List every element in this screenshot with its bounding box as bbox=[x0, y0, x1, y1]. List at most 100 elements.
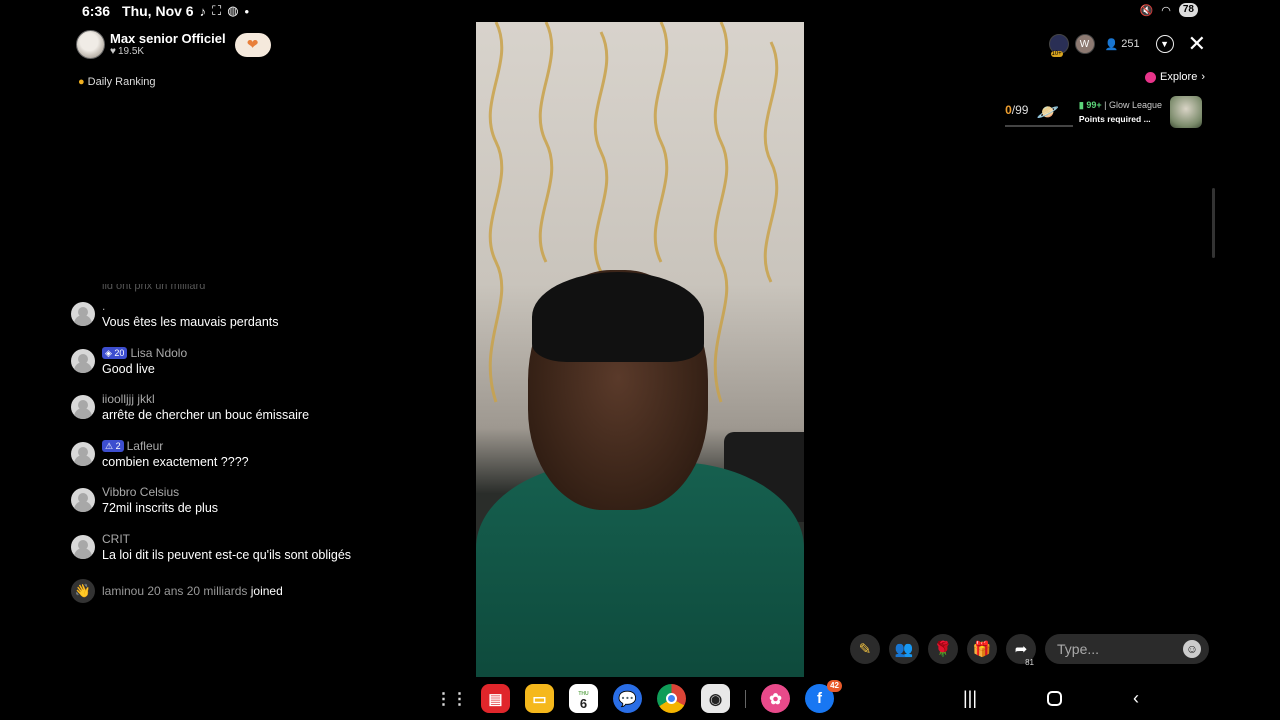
league-info: ▮ 99+ | Glow League Points required ... bbox=[1078, 100, 1162, 124]
chat-message[interactable]: CRIT La loi dit ils peuvent est-ce qu'il… bbox=[71, 531, 461, 578]
host-likes: ♥ 19.5K bbox=[110, 46, 226, 58]
league-progress: 0/99 bbox=[1005, 103, 1075, 127]
chat-username[interactable]: Vibbro Celsius bbox=[102, 484, 218, 500]
league-total: /99 bbox=[1011, 103, 1029, 117]
daily-ranking[interactable]: ● Daily Ranking bbox=[78, 76, 156, 88]
host-avatar[interactable] bbox=[76, 30, 105, 59]
close-icon: ✕ bbox=[1187, 31, 1206, 56]
calendar-app-icon[interactable]: THU 6 bbox=[569, 684, 598, 713]
explore-button[interactable]: Explore › bbox=[1145, 71, 1205, 83]
close-button[interactable]: ✕ bbox=[1187, 31, 1206, 56]
more-notifications-dot-icon: • bbox=[244, 3, 250, 19]
chat-message[interactable]: Vibbro Celsius 72mil inscrits de plus bbox=[71, 484, 461, 531]
home-button[interactable] bbox=[1042, 686, 1066, 710]
chat-username[interactable]: iioolljjj jkkl bbox=[102, 391, 309, 407]
home-icon bbox=[1046, 690, 1062, 706]
user-avatar[interactable] bbox=[71, 534, 95, 559]
chat-message[interactable]: iioolljjj jkkl arrête de chercher un bou… bbox=[71, 391, 461, 438]
host-likes-count: 19.5K bbox=[117, 46, 145, 57]
share-count: 81 bbox=[1025, 658, 1034, 667]
fan-level-badge: ◈ 20 bbox=[102, 346, 128, 359]
host-card[interactable]: Max senior Officiel ♥ 19.5K ❤ bbox=[76, 30, 271, 59]
share-button[interactable]: ➦ 81 bbox=[1006, 634, 1036, 667]
recent-apps-icon: ||| bbox=[962, 687, 978, 708]
user-avatar[interactable] bbox=[71, 488, 95, 513]
chat-username[interactable]: CRIT bbox=[102, 531, 351, 547]
chrome-app-icon[interactable] bbox=[657, 684, 686, 713]
dock-separator bbox=[745, 689, 746, 708]
gallery-app-icon[interactable]: ✿ bbox=[761, 684, 790, 713]
ranking-label: Daily Ranking bbox=[87, 76, 156, 88]
messenger-icon: ◍ bbox=[227, 3, 239, 18]
chrome-center-icon bbox=[666, 693, 677, 704]
multi-guest-button[interactable]: 👥 bbox=[889, 634, 919, 664]
calendar-day: 6 bbox=[579, 695, 588, 711]
facebook-app-icon[interactable]: f 42 bbox=[805, 680, 842, 713]
live-video[interactable] bbox=[476, 22, 804, 677]
back-button[interactable]: ‹ bbox=[1124, 686, 1148, 710]
chat-username-row[interactable]: ⚠ 2 Lafleur bbox=[102, 438, 249, 454]
chat-message[interactable]: ⚠ 2 Lafleur combien exactement ???? bbox=[71, 438, 461, 485]
viewer-level-badge: 10+ bbox=[1050, 51, 1063, 57]
user-avatar[interactable] bbox=[71, 302, 95, 326]
chat-username[interactable]: Lisa Ndolo bbox=[130, 345, 187, 361]
explore-dot-icon bbox=[1145, 71, 1157, 83]
join-notification: 👋 laminou 20 ans 20 milliards joined bbox=[71, 578, 461, 604]
league-image[interactable] bbox=[1170, 96, 1202, 128]
user-avatar[interactable] bbox=[71, 395, 95, 420]
my-files-app-icon[interactable]: ▭ bbox=[525, 684, 554, 713]
recent-apps-button[interactable]: ||| bbox=[958, 686, 982, 710]
share-arrow-icon: ➦ bbox=[1014, 641, 1028, 658]
collapse-button[interactable]: ▼ bbox=[1155, 35, 1174, 53]
host-name: Max senior Officiel bbox=[110, 31, 226, 46]
screen-capture-icon: ⛶ bbox=[212, 3, 222, 18]
follow-button[interactable]: ❤ bbox=[234, 32, 271, 57]
emoji-icon[interactable]: ☺ bbox=[1183, 640, 1201, 658]
league-rank: ▮ 99+ bbox=[1078, 100, 1102, 110]
rose-icon: 🌹 bbox=[933, 641, 953, 658]
status-bar-left: 6:36 Thu, Nov 6 ♪ ⛶ ◍ • bbox=[82, 2, 249, 20]
planet-icon: 🪐 bbox=[1036, 101, 1059, 122]
league-widget[interactable]: 0/99 🪐 ▮ 99+ | Glow League Points requir… bbox=[1005, 96, 1202, 128]
chat-username[interactable]: . bbox=[102, 298, 279, 314]
facebook-notification-badge: 42 bbox=[827, 680, 842, 692]
heart-icon: ♥ bbox=[110, 46, 116, 57]
ranking-icon: ● bbox=[78, 76, 85, 88]
rose-gift-button[interactable]: 🌹 bbox=[928, 634, 958, 664]
wifi-icon: ◠ bbox=[1161, 4, 1171, 17]
users-icon: 👥 bbox=[894, 641, 914, 658]
chevron-right-icon: › bbox=[1201, 71, 1205, 83]
chat-text: La loi dit ils peuvent est-ce qu'ils son… bbox=[102, 547, 352, 562]
pencil-icon: ✎ bbox=[858, 641, 872, 658]
quick-comment-button[interactable]: ✎ bbox=[850, 634, 880, 664]
app-drawer-icon[interactable]: ⋮⋮ bbox=[436, 684, 468, 713]
status-bar-right: 🔇 ◠ 78 bbox=[1140, 2, 1198, 18]
battery-indicator: 78 bbox=[1178, 3, 1198, 17]
chat-username[interactable]: Lafleur bbox=[127, 438, 164, 454]
top-viewer-avatar[interactable]: 10+ bbox=[1048, 34, 1069, 57]
chat-cut-off-message: ild ont prix un milliard bbox=[102, 284, 206, 292]
fan-level-badge: ⚠ 2 bbox=[102, 439, 124, 452]
user-avatar[interactable] bbox=[71, 441, 95, 466]
flipboard-app-icon[interactable]: ▤ bbox=[481, 684, 510, 713]
gift-button[interactable]: 🎁 bbox=[967, 634, 997, 664]
chat-text: 72mil inscrits de plus bbox=[102, 501, 219, 516]
comment-input[interactable]: Type... ☺ bbox=[1045, 634, 1209, 664]
gift-icon: 🎁 bbox=[972, 641, 992, 658]
tiktok-notification-icon: ♪ bbox=[199, 3, 207, 19]
user-avatar[interactable] bbox=[71, 348, 95, 373]
joined-label: joined bbox=[250, 583, 283, 598]
viewer-count[interactable]: 👤 251 bbox=[1105, 38, 1140, 51]
messages-app-icon[interactable]: 💬 bbox=[613, 684, 642, 713]
top-viewer-avatar[interactable]: W bbox=[1074, 34, 1095, 54]
chat-message[interactable]: . Vous êtes les mauvais perdants bbox=[71, 298, 461, 345]
camera-app-icon[interactable]: ◉ bbox=[701, 684, 730, 713]
league-requirement: Points required ... bbox=[1078, 114, 1151, 124]
wave-hand-icon[interactable]: 👋 bbox=[71, 578, 95, 603]
explore-label: Explore bbox=[1160, 71, 1198, 83]
chat-username-row[interactable]: ◈ 20 Lisa Ndolo bbox=[102, 345, 187, 361]
joined-username[interactable]: laminou 20 ans 20 milliards bbox=[102, 584, 247, 598]
chat-message[interactable]: ◈ 20 Lisa Ndolo Good live bbox=[71, 345, 461, 392]
side-scroll-handle[interactable] bbox=[1212, 188, 1215, 258]
chat-text: Vous êtes les mauvais perdants bbox=[102, 315, 279, 329]
